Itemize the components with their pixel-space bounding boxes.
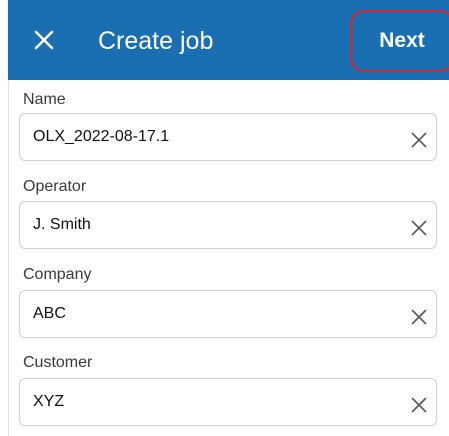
name-field[interactable]: OLX_2022-08-17.1 bbox=[19, 113, 437, 161]
close-icon bbox=[34, 30, 54, 50]
close-button[interactable] bbox=[30, 26, 58, 54]
clear-icon bbox=[411, 397, 427, 413]
operator-clear-button[interactable] bbox=[408, 217, 430, 239]
clear-icon bbox=[411, 132, 427, 148]
next-button[interactable]: Next bbox=[350, 10, 449, 72]
customer-label: Customer bbox=[23, 354, 93, 371]
app-header: Create job Next bbox=[8, 0, 449, 80]
company-label: Company bbox=[23, 266, 92, 283]
company-field[interactable]: ABC bbox=[19, 290, 437, 338]
customer-field[interactable]: XYZ bbox=[19, 378, 437, 426]
name-clear-button[interactable] bbox=[408, 129, 430, 151]
clear-icon bbox=[411, 309, 427, 325]
company-value: ABC bbox=[33, 305, 66, 322]
name-value: OLX_2022-08-17.1 bbox=[33, 128, 170, 145]
name-label: Name bbox=[23, 91, 66, 108]
create-job-screen: Create job Next Name OLX_2022-08-17.1 Op… bbox=[0, 0, 449, 436]
page-title: Create job bbox=[98, 27, 214, 55]
operator-label: Operator bbox=[23, 178, 87, 195]
clear-icon bbox=[411, 220, 427, 236]
customer-value: XYZ bbox=[33, 393, 65, 410]
operator-value: J. Smith bbox=[33, 216, 91, 233]
operator-field[interactable]: J. Smith bbox=[19, 201, 437, 249]
job-form: Name OLX_2022-08-17.1 Operator J. Smith bbox=[8, 80, 449, 436]
customer-clear-button[interactable] bbox=[408, 394, 430, 416]
company-clear-button[interactable] bbox=[408, 306, 430, 328]
